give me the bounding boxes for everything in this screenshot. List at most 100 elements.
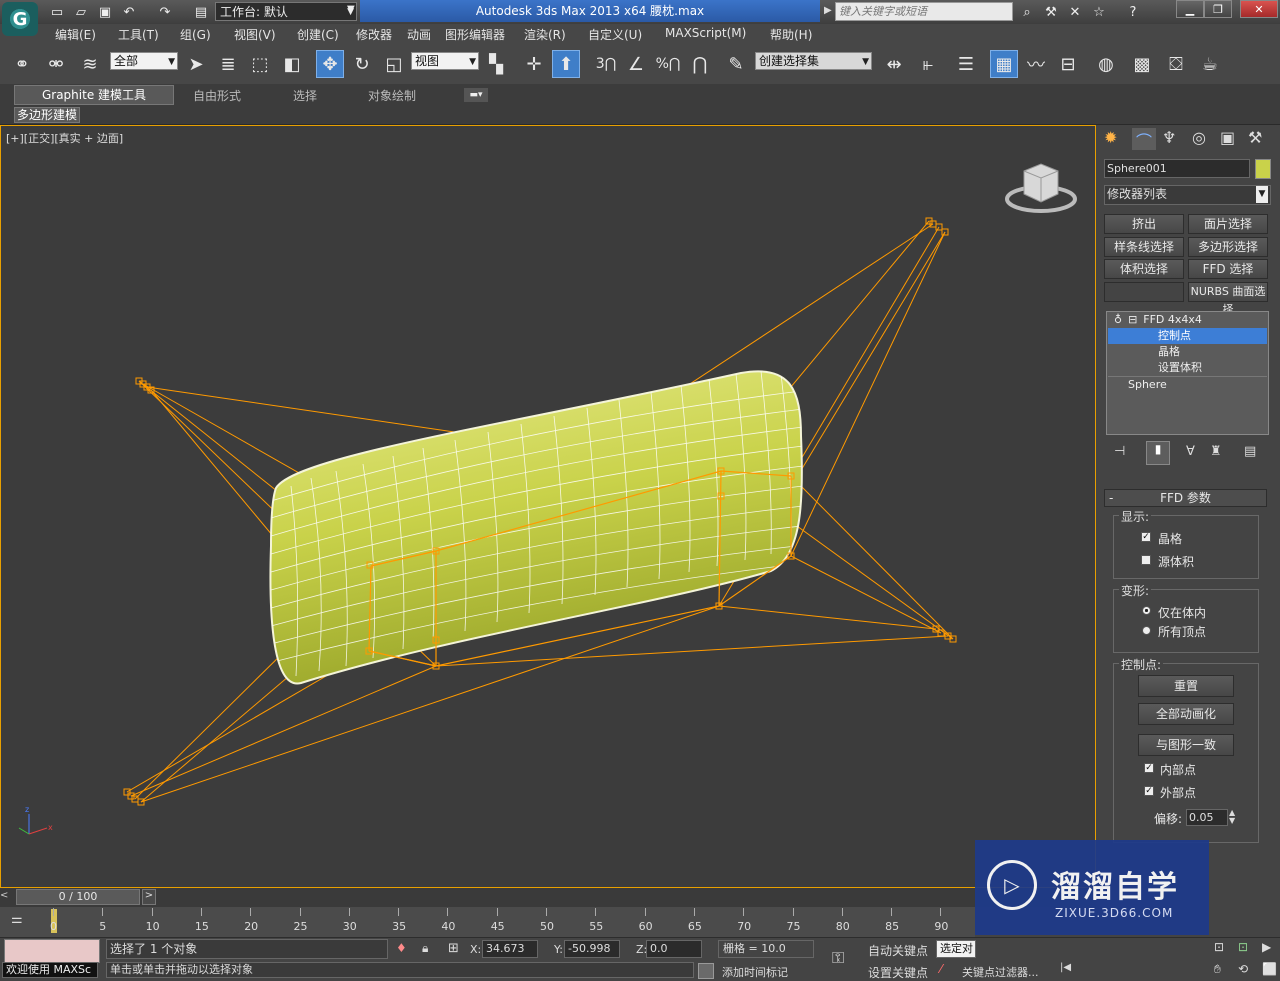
render-teapot-icon[interactable]: ☕ — [1196, 50, 1224, 78]
animate-all-button[interactable]: 全部动画化 — [1138, 703, 1234, 725]
perspective-viewport[interactable]: z x — [0, 125, 1096, 888]
menu-animation[interactable]: 动画 — [407, 26, 431, 43]
conform-to-shape-button[interactable]: 与图形一致 — [1138, 734, 1234, 756]
chevron-down-icon[interactable]: ▼ — [347, 4, 355, 15]
y-coord-field[interactable]: -50.998 — [564, 940, 620, 958]
motion-tab-icon[interactable]: ◎ — [1192, 128, 1206, 147]
inside-points-checkbox[interactable]: ✓ — [1144, 763, 1154, 773]
menu-tools[interactable]: 工具(T) — [118, 26, 159, 43]
chevron-right-icon[interactable]: ▶ — [824, 5, 832, 16]
prev-frame-icon[interactable]: < — [0, 890, 8, 901]
display-tab-icon[interactable]: ▣ — [1220, 128, 1235, 147]
move-icon[interactable]: ✥ — [316, 50, 344, 78]
set-key-button[interactable]: 设置关键点 — [868, 964, 928, 981]
menu-maxscript[interactable]: MAXScript(M) — [665, 26, 746, 40]
isolate-selection-icon[interactable]: ♦ — [396, 941, 407, 955]
remove-modifier-icon[interactable]: ♜ — [1210, 444, 1222, 459]
favorites-icon[interactable]: ☆ — [1090, 3, 1108, 21]
empty-modifier-button[interactable] — [1104, 282, 1184, 302]
zoom-extents-all-icon[interactable]: ⊡ — [1238, 940, 1248, 954]
vol-select-button[interactable]: 体积选择 — [1104, 259, 1184, 279]
reset-button[interactable]: 重置 — [1138, 675, 1234, 697]
next-frame-icon[interactable]: > — [142, 889, 156, 905]
poly-select-button[interactable]: 多边形选择 — [1188, 237, 1268, 257]
new-file-icon[interactable]: ▭ — [48, 3, 66, 21]
absolute-mode-icon[interactable]: ⊞ — [448, 941, 459, 956]
material-editor-icon[interactable]: ◍ — [1092, 50, 1120, 78]
menu-edit[interactable]: 编辑(E) — [55, 26, 96, 43]
binoculars-icon[interactable]: ⌕ — [1018, 3, 1036, 21]
offset-spinner[interactable]: ▲ ▼ — [1229, 809, 1235, 825]
time-tag-icon[interactable] — [698, 963, 714, 979]
menu-customize[interactable]: 自定义(U) — [588, 26, 642, 43]
angle-snap-icon[interactable]: ∠ — [622, 50, 650, 78]
tab-object-paint[interactable]: 对象绘制 — [368, 87, 416, 105]
only-in-volume-radio[interactable] — [1142, 606, 1151, 615]
stack-item-ffd[interactable]: ♁ ⊟ FFD 4x4x4 — [1108, 312, 1267, 328]
percent-snap-icon[interactable]: %⋂ — [654, 50, 682, 78]
subscription-icon[interactable]: ⚒ — [1042, 3, 1060, 21]
ffd-params-rollout[interactable]: - FFD 参数 — [1104, 489, 1267, 507]
make-unique-icon[interactable]: ∀ — [1186, 444, 1195, 459]
schematic-view-icon[interactable]: ⊟ — [1054, 50, 1082, 78]
all-vertices-radio[interactable] — [1142, 626, 1151, 635]
menu-modifiers[interactable]: 修改器 — [356, 26, 392, 43]
graphite-toggle-icon[interactable]: ▦ — [990, 50, 1018, 78]
show-end-result-icon[interactable]: ▮ — [1146, 441, 1170, 465]
select-by-name-icon[interactable]: ≣ — [214, 50, 242, 78]
spinner-snap-icon[interactable]: ⋂ — [686, 50, 714, 78]
lock-selection-icon[interactable]: 🔒︎ — [422, 941, 428, 956]
selected-dropdown[interactable]: 选定对 — [936, 940, 976, 958]
stack-subitem-control-points[interactable]: 控制点 — [1108, 328, 1267, 344]
rect-selection-icon[interactable]: ⬚ — [246, 50, 274, 78]
hierarchy-tab-icon[interactable]: ♆ — [1162, 128, 1176, 147]
scale-icon[interactable]: ◱ — [380, 50, 408, 78]
rotate-icon[interactable]: ↻ — [348, 50, 376, 78]
tab-graphite[interactable]: Graphite 建模工具 — [14, 85, 174, 105]
redo-icon[interactable]: ↷ — [156, 3, 174, 21]
lightbulb-icon[interactable]: ♁ — [1114, 313, 1122, 326]
viewport-label[interactable]: [+][正交][真实 + 边面] — [6, 130, 123, 146]
pan-icon[interactable]: ✋︎ — [1214, 962, 1221, 977]
link-icon[interactable]: ⚭ — [8, 50, 36, 78]
communication-icon[interactable]: ✕ — [1066, 3, 1084, 21]
object-color-swatch[interactable] — [1255, 159, 1271, 179]
collapse-icon[interactable]: ⊟ — [1128, 313, 1137, 326]
modify-tab-icon[interactable]: ⌒ — [1132, 128, 1156, 151]
selection-filter-dropdown[interactable]: 全部 ▼ — [110, 52, 178, 70]
curve-editor-icon[interactable]: 〰 — [1022, 50, 1050, 78]
stack-item-sphere[interactable]: Sphere — [1108, 376, 1267, 392]
layer-manager-icon[interactable]: ☰ — [952, 50, 980, 78]
workspace-dropdown[interactable]: 工作台: 默认 ▼ — [215, 2, 357, 21]
select-object-icon[interactable]: ➤ — [182, 50, 210, 78]
undo-icon[interactable]: ↶ — [120, 3, 138, 21]
fov-icon[interactable]: ▶ — [1262, 940, 1271, 954]
stack-subitem-set-volume[interactable]: 设置体积 — [1108, 360, 1267, 376]
configure-modifier-sets-icon[interactable]: ▤ — [1244, 444, 1256, 459]
zoom-extents-icon[interactable]: ⊡ — [1214, 940, 1224, 954]
polygon-modeling-panel[interactable]: 多边形建模 — [14, 107, 80, 123]
menu-help[interactable]: 帮助(H) — [770, 26, 812, 43]
go-to-start-icon[interactable]: |◀ — [1060, 962, 1071, 973]
utilities-tab-icon[interactable]: ⚒ — [1248, 128, 1262, 147]
help-icon[interactable]: ? — [1124, 3, 1142, 21]
source-volume-checkbox[interactable] — [1141, 555, 1151, 565]
key-filter-icon[interactable]: ⁄ — [940, 962, 942, 976]
bind-spacewarp-icon[interactable]: ≋ — [76, 50, 104, 78]
tab-selection[interactable]: 选择 — [293, 87, 317, 105]
keyboard-shortcut-override-icon[interactable]: ⬆ — [552, 50, 580, 78]
minimize-button[interactable]: ▁ — [1176, 0, 1204, 18]
maxscript-mini-input[interactable]: 欢迎使用 MAXSc — [2, 962, 98, 978]
menu-create[interactable]: 创建(C) — [297, 26, 339, 43]
pivot-center-icon[interactable]: ▚ — [482, 50, 510, 78]
open-file-icon[interactable]: ▱ — [72, 3, 90, 21]
named-selection-dropdown[interactable]: 创建选择集 ▼ — [755, 52, 872, 70]
maxscript-listener-mini[interactable] — [4, 939, 100, 963]
render-setup-icon[interactable]: ▩ — [1128, 50, 1156, 78]
ref-coord-dropdown[interactable]: 视图 ▼ — [411, 52, 479, 70]
menu-graph-editors[interactable]: 图形编辑器 — [445, 26, 505, 43]
set-key-icon[interactable]: ⚿ — [832, 948, 844, 968]
modifier-stack[interactable]: ♁ ⊟ FFD 4x4x4 控制点 晶格 设置体积 Sphere — [1106, 311, 1269, 435]
save-file-icon[interactable]: ▣ — [96, 3, 114, 21]
patch-select-button[interactable]: 面片选择 — [1188, 214, 1268, 234]
